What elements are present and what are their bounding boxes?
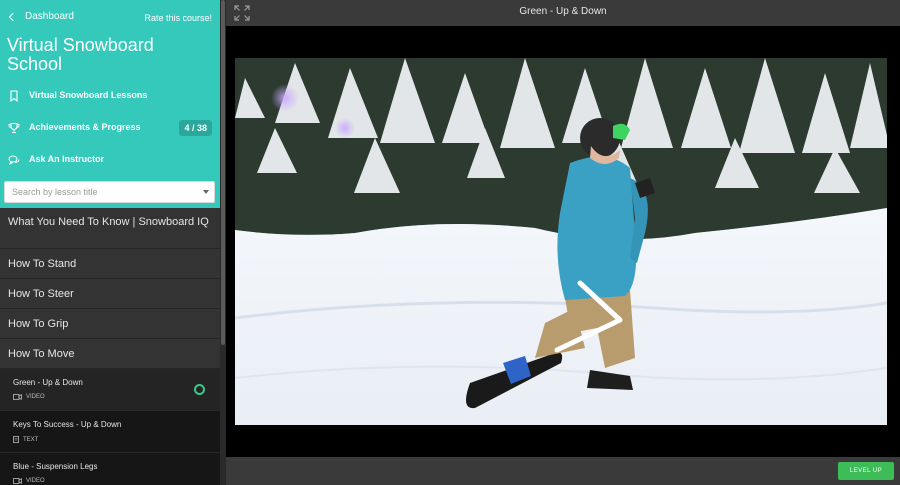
nav-ask-instructor-label: Ask An Instructor xyxy=(29,154,105,164)
main-content: Green - Up & Down LEVEL UP xyxy=(226,0,900,485)
nav-lessons[interactable]: Virtual Snowboard Lessons xyxy=(0,85,220,107)
section-title: How To Stand xyxy=(8,258,77,270)
lesson-kind: TEXT xyxy=(13,436,38,443)
section-title: How To Grip xyxy=(8,318,69,330)
section-snowboard-iq[interactable]: What You Need To Know | Snowboard IQ xyxy=(0,208,220,249)
video-footer: LEVEL UP xyxy=(226,457,900,485)
lesson-kind: VIDEO xyxy=(13,478,45,484)
video-player[interactable] xyxy=(235,58,887,425)
dashboard-label: Dashboard xyxy=(25,11,74,22)
dashboard-back-link[interactable]: Dashboard xyxy=(8,11,74,22)
video-icon xyxy=(13,394,22,400)
lesson-item-green-up-down[interactable]: Green - Up & Down VIDEO xyxy=(0,369,220,411)
video-frame-snowboarder xyxy=(235,58,887,425)
achievements-count-badge: 4 / 38 xyxy=(179,120,212,136)
nav-lessons-label: Virtual Snowboard Lessons xyxy=(29,90,148,100)
lesson-kind-label: VIDEO xyxy=(26,478,45,484)
lesson-kind-label: VIDEO xyxy=(26,394,45,400)
lesson-title: Green - Up & Down xyxy=(13,378,83,387)
lesson-kind: VIDEO xyxy=(13,394,45,400)
level-up-button[interactable]: LEVEL UP xyxy=(838,462,894,480)
sidebar: Dashboard Rate this course! Virtual Snow… xyxy=(0,0,220,485)
section-title: How To Move xyxy=(8,348,75,360)
progress-circle-icon xyxy=(194,384,205,395)
section-title: How To Steer xyxy=(8,288,74,300)
video-header: Green - Up & Down xyxy=(226,0,900,26)
lesson-title: Keys To Success - Up & Down xyxy=(13,420,122,429)
bookmark-icon xyxy=(10,90,18,102)
sidebar-header: Dashboard Rate this course! Virtual Snow… xyxy=(0,0,220,208)
document-icon xyxy=(13,436,19,443)
section-how-to-steer[interactable]: How To Steer xyxy=(0,279,220,309)
video-icon xyxy=(13,478,22,484)
sidebar-scrollbar-thumb[interactable] xyxy=(221,0,225,345)
app: Dashboard Rate this course! Virtual Snow… xyxy=(0,0,900,485)
section-how-to-stand[interactable]: How To Stand xyxy=(0,249,220,279)
trophy-icon xyxy=(8,122,20,134)
lesson-kind-label: TEXT xyxy=(23,436,39,443)
section-how-to-grip[interactable]: How To Grip xyxy=(0,309,220,339)
chat-icon xyxy=(8,155,20,166)
lesson-item-blue-suspension-legs[interactable]: Blue - Suspension Legs VIDEO xyxy=(0,453,220,485)
section-how-to-move[interactable]: How To Move xyxy=(0,339,220,369)
nav-achievements[interactable]: Achievements & Progress 4 / 38 xyxy=(0,117,220,139)
lesson-search[interactable] xyxy=(4,181,215,203)
lesson-title: Blue - Suspension Legs xyxy=(13,462,98,471)
nav-ask-instructor[interactable]: Ask An Instructor xyxy=(0,149,220,171)
lesson-search-input[interactable] xyxy=(5,182,195,202)
nav-achievements-label: Achievements & Progress xyxy=(29,122,141,132)
section-title: What You Need To Know | Snowboard IQ xyxy=(8,216,209,228)
rate-course-link[interactable]: Rate this course! xyxy=(144,13,212,23)
video-title: Green - Up & Down xyxy=(519,6,607,17)
caret-down-icon[interactable] xyxy=(203,190,209,194)
chevron-left-icon xyxy=(8,12,18,21)
sidebar-topbar: Dashboard Rate this course! xyxy=(0,0,220,36)
course-title: Virtual Snowboard School xyxy=(7,35,154,74)
lesson-item-keys-to-success[interactable]: Keys To Success - Up & Down TEXT xyxy=(0,411,220,453)
